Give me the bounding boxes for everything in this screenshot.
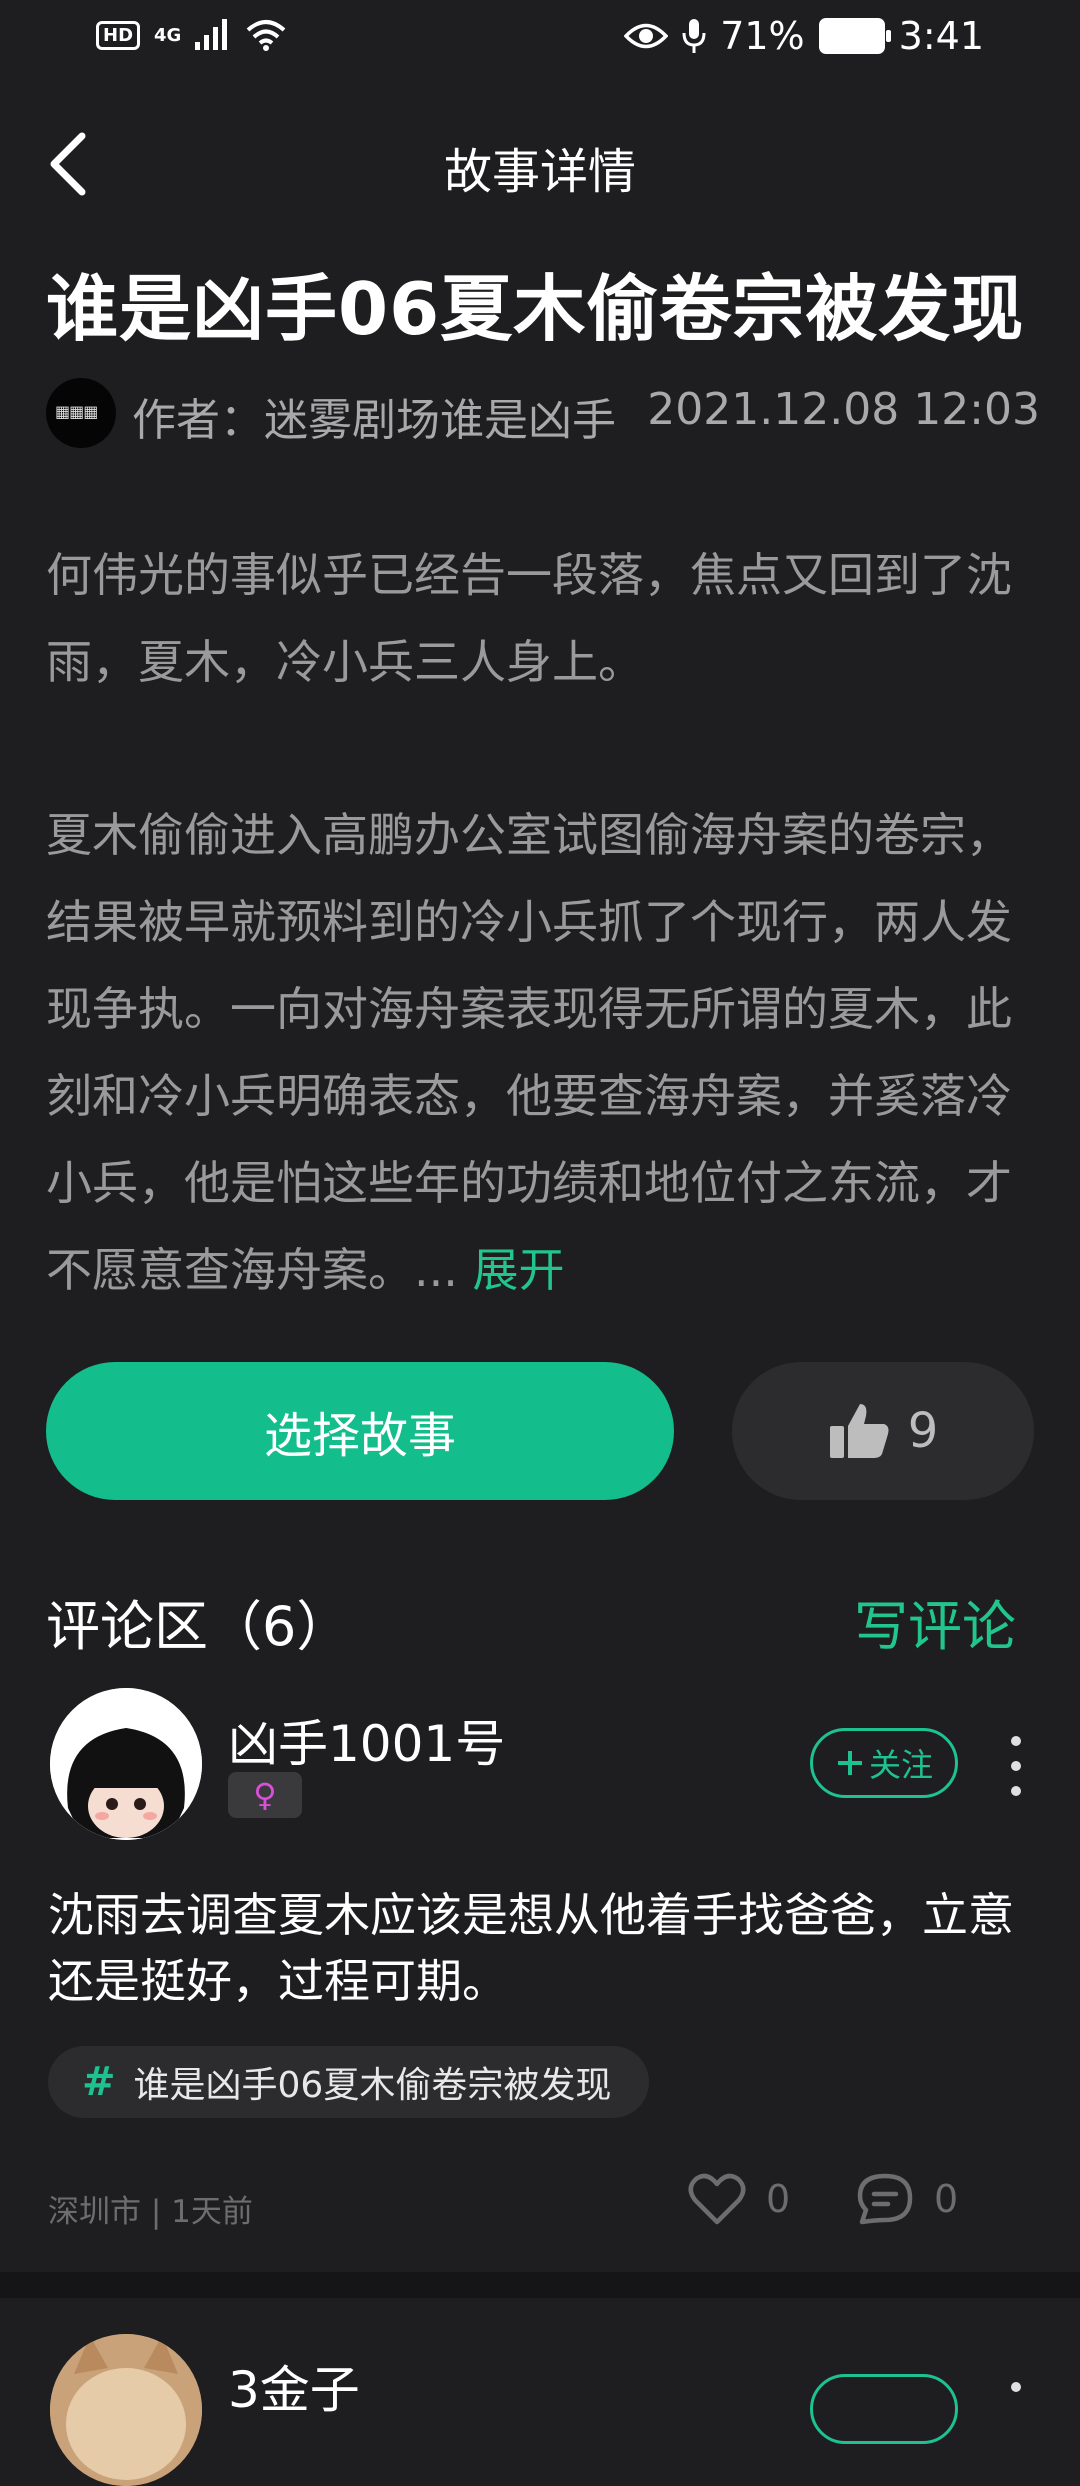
- author-avatar[interactable]: ▦▦▦: [46, 378, 116, 448]
- network-type: 4G: [154, 24, 182, 46]
- comment-reply-count: 0: [934, 2177, 959, 2221]
- follow-button[interactable]: 关注: [810, 1728, 958, 1798]
- hd-indicator: HD: [96, 20, 141, 50]
- hash-icon: #: [82, 2059, 116, 2105]
- story-paragraph: 夏木偷偷进入高鹏办公室试图偷海舟案的卷宗，结果被早就预料到的冷小兵抓了个现行，两…: [46, 792, 1036, 1314]
- signal-icon: [195, 19, 228, 50]
- eye-icon: [624, 23, 669, 49]
- like-button[interactable]: 9: [732, 1362, 1034, 1500]
- comment-reply-button[interactable]: 0: [856, 2172, 958, 2226]
- select-story-button[interactable]: 选择故事: [46, 1362, 674, 1500]
- cat-avatar-icon: [50, 2334, 202, 2486]
- write-comment-link[interactable]: 写评论: [854, 1582, 1016, 1661]
- like-count: 9: [907, 1403, 939, 1459]
- battery-percent: 71%: [720, 14, 805, 58]
- battery-icon: [818, 18, 891, 54]
- topic-tag[interactable]: # 谁是凶手06夏木偷卷宗被发现: [48, 2046, 650, 2118]
- commenter-name[interactable]: 凶手1001号: [228, 1704, 505, 1776]
- follow-label: 关注: [868, 1746, 933, 1784]
- comment-like-button[interactable]: 0: [688, 2172, 790, 2226]
- author-name[interactable]: 作者：迷雾剧场谁是凶手: [132, 384, 616, 448]
- expand-link[interactable]: 展开: [473, 1243, 565, 1297]
- comment-meta: 深圳市 | 1天前: [48, 2194, 253, 2230]
- divider: [0, 2272, 1080, 2298]
- clock: 3:41: [898, 14, 984, 58]
- more-options-icon[interactable]: [1006, 2382, 1026, 2442]
- story-paragraph-text: 夏木偷偷进入高鹏办公室试图偷海舟案的卷宗，结果被早就预料到的冷小兵抓了个现行，两…: [46, 808, 1012, 1297]
- comments-header: 评论区（6）: [46, 1595, 351, 1658]
- comment-text: 沈雨去调查夏木应该是想从他着手找爸爸，立意还是挺好，过程可期。: [48, 1888, 1014, 2008]
- microphone-icon: [682, 19, 706, 53]
- story-paragraph: 何伟光的事似乎已经告一段落，焦点又回到了沈雨，夏木，冷小兵三人身上。: [46, 548, 1012, 689]
- commenter-avatar[interactable]: [50, 1688, 202, 1840]
- publish-date: 2021.12.08 12:03: [647, 384, 1040, 435]
- comment-bubble-icon: [857, 2173, 913, 2225]
- follow-button[interactable]: [810, 2374, 958, 2444]
- cartoon-girl-avatar-icon: [50, 1688, 202, 1840]
- page-title: 故事详情: [443, 144, 636, 200]
- wifi-icon: [247, 20, 286, 51]
- thumbs-up-icon: [829, 1404, 889, 1458]
- status-bar: HD 4G 71% 3:41: [0, 0, 1080, 80]
- comment-like-count: 0: [766, 2177, 791, 2221]
- story-title: 谁是凶手06夏木偷卷宗被发现: [46, 267, 1025, 351]
- topic-tag-label: 谁是凶手06夏木偷卷宗被发现: [133, 2065, 612, 2106]
- plus-icon: [837, 1751, 862, 1775]
- author-avatar-logo-icon: ▦▦▦: [55, 402, 98, 421]
- commenter-name[interactable]: 3金子: [228, 2350, 360, 2422]
- more-options-icon[interactable]: [1006, 1736, 1026, 1796]
- gender-female-icon: ♀: [228, 1772, 302, 1818]
- heart-icon: [688, 2173, 746, 2225]
- commenter-avatar[interactable]: [50, 2334, 202, 2486]
